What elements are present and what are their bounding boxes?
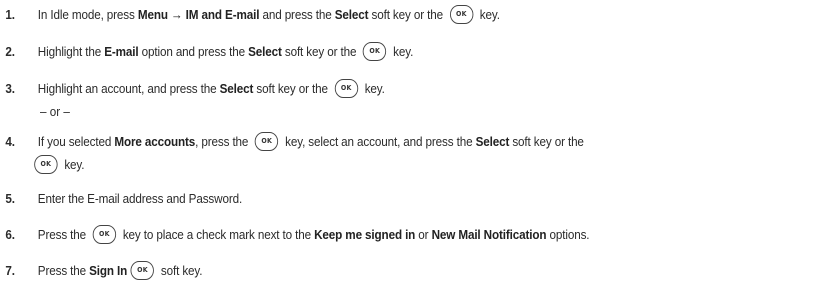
step-text: If you selected More accounts, press the… (38, 131, 584, 151)
step-text: In Idle mode, press Menu → IM and E-mail… (38, 4, 500, 24)
step-text: Press the Sign In OK soft key. (38, 260, 203, 280)
step-text: Highlight the E-mail option and press th… (38, 41, 413, 61)
step-text: OK key. (34, 154, 85, 174)
step-number: 4. (5, 134, 15, 149)
or-separator: – or – (40, 104, 70, 119)
step-text: Highlight an account, and press the Sele… (38, 78, 385, 98)
step-text: Press the OK key to place a check mark n… (38, 224, 590, 244)
ok-key-icon: OK (130, 260, 155, 280)
ok-key-icon: OK (334, 78, 358, 98)
step-number: 1. (5, 7, 15, 22)
ok-key-icon: OK (92, 224, 117, 244)
step-number: 6. (5, 227, 15, 242)
step-number: 7. (5, 263, 15, 278)
step-text: Enter the E-mail address and Password. (37, 191, 243, 206)
ok-key-icon: OK (363, 41, 387, 61)
ok-key-icon: OK (255, 131, 279, 151)
step-number: 5. (5, 191, 15, 206)
ok-key-icon: OK (34, 154, 58, 174)
step-number: 2. (5, 44, 15, 59)
ok-key-icon: OK (449, 4, 474, 24)
step-number: 3. (5, 81, 15, 96)
